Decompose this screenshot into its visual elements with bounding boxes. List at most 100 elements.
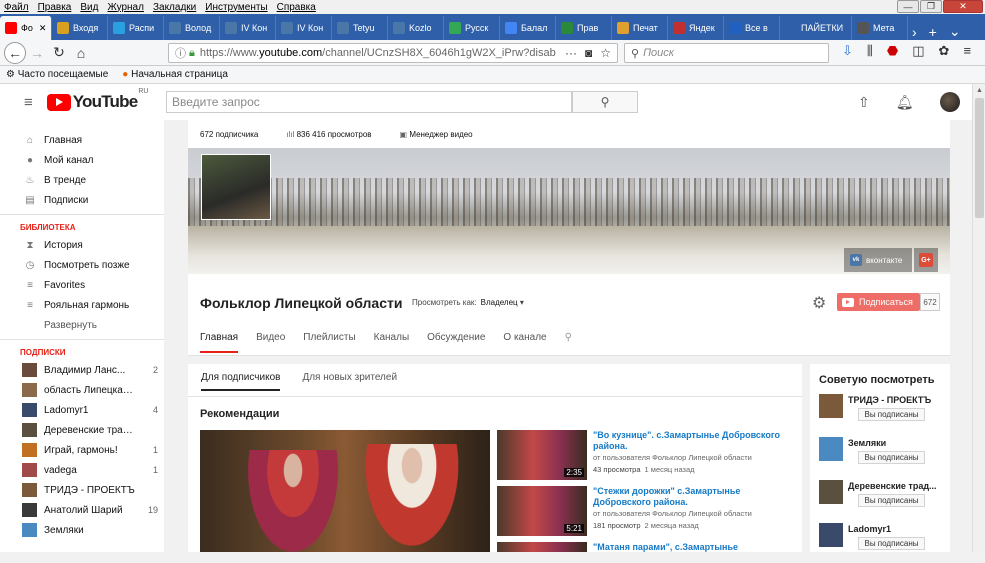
channel-thumbnail[interactable] xyxy=(819,394,843,418)
subscription-item[interactable]: Играй, гармонь! 1 xyxy=(0,440,164,460)
video-thumbnail[interactable]: 5:21 xyxy=(497,486,587,536)
bookmark-most-visited[interactable]: ⚙ Часто посещаемые xyxy=(6,69,108,80)
subscribe-button[interactable]: Подписаться xyxy=(837,293,920,311)
channel-name[interactable]: Деревенские трад... xyxy=(848,481,946,491)
browser-tab[interactable]: Печат xyxy=(612,16,668,40)
subscribed-button[interactable]: Вы подписаны xyxy=(858,408,925,421)
menu-icon[interactable]: ≡ xyxy=(963,43,971,59)
video-thumbnail[interactable] xyxy=(497,542,587,552)
menu-view[interactable]: Вид xyxy=(80,2,98,13)
tab-about[interactable]: О канале xyxy=(503,332,546,353)
channel-settings-gear-icon[interactable]: ⚙ xyxy=(812,293,826,313)
subscription-item[interactable]: Деревенские традиц... xyxy=(0,420,164,440)
new-tab-icon[interactable]: + xyxy=(929,24,937,40)
sidebar-item[interactable]: ≡ Рояльная гармонь xyxy=(0,295,164,315)
video-title-link[interactable]: "Во кузнице". с.Замартынье Добровского р… xyxy=(593,430,793,452)
maximize-button[interactable]: ❐ xyxy=(920,0,942,13)
subscribed-button[interactable]: Вы подписаны xyxy=(858,451,925,464)
reload-button[interactable]: ↻ xyxy=(48,42,70,64)
menu-help[interactable]: Справка xyxy=(277,2,316,13)
tab-playlists[interactable]: Плейлисты xyxy=(303,332,355,353)
tab-videos[interactable]: Видео xyxy=(256,332,285,353)
browser-tab[interactable]: Мета xyxy=(852,16,908,40)
scrollbar-thumb[interactable] xyxy=(975,98,984,218)
video-title-link[interactable]: "Матаня парами", с.Замартынье xyxy=(593,542,793,553)
minimize-button[interactable]: — xyxy=(897,0,919,13)
page-actions-icon[interactable]: ··· xyxy=(565,46,577,60)
browser-tab[interactable]: Kozlo xyxy=(388,16,444,40)
browser-tab[interactable]: Русск xyxy=(444,16,500,40)
browser-tab[interactable]: Прав xyxy=(556,16,612,40)
adblock-icon[interactable]: ⬣ xyxy=(887,43,898,59)
browser-tab[interactable]: IV Кон xyxy=(220,16,276,40)
sidebar-item[interactable]: ⌂ Главная xyxy=(0,130,164,150)
menu-bookmarks[interactable]: Закладки xyxy=(153,2,196,13)
menu-file[interactable]: Файл xyxy=(4,2,29,13)
sidebar-item[interactable]: ◷ Посмотреть позже xyxy=(0,255,164,275)
download-icon[interactable]: ⇩ xyxy=(842,43,853,59)
view-as-selector[interactable]: Просмотреть как: Владелец ▾ xyxy=(412,298,524,307)
subscription-item[interactable]: vadega 1 xyxy=(0,460,164,480)
subscription-item[interactable]: Анатолий Шарий 19 xyxy=(0,500,164,520)
subscription-item[interactable]: Земляки xyxy=(0,520,164,540)
sidebar-item[interactable]: ≡ Favorites xyxy=(0,275,164,295)
bookmark-star-icon[interactable]: ☆ xyxy=(600,46,611,60)
browser-tab[interactable]: Распи xyxy=(108,16,164,40)
subscription-item[interactable]: Ladomyr1 4 xyxy=(0,400,164,420)
browser-tab[interactable]: Яндек xyxy=(668,16,724,40)
sidebar-item[interactable]: ▤ Подписки xyxy=(0,190,164,210)
browser-tab[interactable]: Балал xyxy=(500,16,556,40)
channel-thumbnail[interactable] xyxy=(819,437,843,461)
youtube-search-input[interactable]: Введите запрос xyxy=(166,91,572,113)
sidebar-item[interactable]: ♨ В тренде xyxy=(0,170,164,190)
browser-tab[interactable]: Tetyu xyxy=(332,16,388,40)
channel-thumbnail[interactable] xyxy=(819,480,843,504)
scroll-tabs-icon[interactable]: › xyxy=(912,24,917,40)
notifications-bell-icon[interactable]: 🔔︎ xyxy=(896,94,914,111)
page-scrollbar[interactable]: ▲ xyxy=(972,84,985,552)
browser-tab[interactable]: Фо ✕ xyxy=(0,16,52,40)
sidebar-item[interactable]: ⧗ История xyxy=(0,235,164,255)
expand-link[interactable]: Развернуть xyxy=(0,315,164,335)
youtube-logo[interactable]: YouTube RU xyxy=(46,88,148,112)
tab-home[interactable]: Главная xyxy=(200,332,239,353)
subscription-item[interactable]: ТРИДЭ - ПРОЕКТЪ xyxy=(0,480,164,500)
browser-tab[interactable]: Волод xyxy=(164,16,220,40)
channel-thumbnail[interactable] xyxy=(819,523,843,547)
info-icon[interactable]: ⓘ xyxy=(175,45,186,61)
back-button[interactable]: ← xyxy=(4,41,26,64)
youtube-search-button[interactable]: ⚲ xyxy=(572,91,638,113)
menu-edit[interactable]: Правка xyxy=(38,2,72,13)
channel-avatar[interactable] xyxy=(201,154,271,220)
extension-icon[interactable]: ✿ xyxy=(939,43,950,59)
vk-link[interactable]: vk вконтакте xyxy=(844,248,912,272)
channel-search-icon[interactable]: ⚲ xyxy=(565,332,572,353)
view-as-value[interactable]: Владелец xyxy=(481,298,518,307)
video-title-link[interactable]: "Стежки дорожки" с.Замартынье Добровског… xyxy=(593,486,793,508)
menu-tools[interactable]: Инструменты xyxy=(205,2,267,13)
browser-tab[interactable]: Входя xyxy=(52,16,108,40)
browser-tab[interactable]: Все в xyxy=(724,16,780,40)
channel-name[interactable]: Земляки xyxy=(848,438,946,448)
close-window-button[interactable]: ✕ xyxy=(943,0,983,13)
browser-tab[interactable]: ПАЙЕТКИ xyxy=(780,16,852,40)
tab-list-icon[interactable]: ⌄ xyxy=(949,23,961,40)
sidebar-icon[interactable]: ◫ xyxy=(912,43,924,59)
tab-for-subscribers[interactable]: Для подписчиков xyxy=(201,372,281,391)
forward-button[interactable]: → xyxy=(26,42,48,64)
video-thumbnail[interactable]: 2:35 xyxy=(497,430,587,480)
tab-discussion[interactable]: Обсуждение xyxy=(427,332,485,353)
pocket-icon[interactable]: ◙ xyxy=(585,46,592,60)
featured-video-thumbnail[interactable] xyxy=(200,430,490,552)
subscribed-button[interactable]: Вы подписаны xyxy=(858,494,925,507)
channel-name[interactable]: ТРИДЭ - ПРОЕКТЪ xyxy=(848,395,946,405)
browser-tab[interactable]: IV Кон xyxy=(276,16,332,40)
tab-for-new-viewers[interactable]: Для новых зрителей xyxy=(302,372,397,391)
sidebar-item[interactable]: ● Мой канал xyxy=(0,150,164,170)
bookmark-start-page[interactable]: ● Начальная страница xyxy=(122,69,228,80)
subscription-item[interactable]: область Липецкая, Н... xyxy=(0,380,164,400)
subscribed-button[interactable]: Вы подписаны xyxy=(858,537,925,550)
upload-icon[interactable]: ⇧ xyxy=(858,94,870,111)
hamburger-menu-icon[interactable]: ≡ xyxy=(24,94,33,111)
tab-channels[interactable]: Каналы xyxy=(374,332,410,353)
